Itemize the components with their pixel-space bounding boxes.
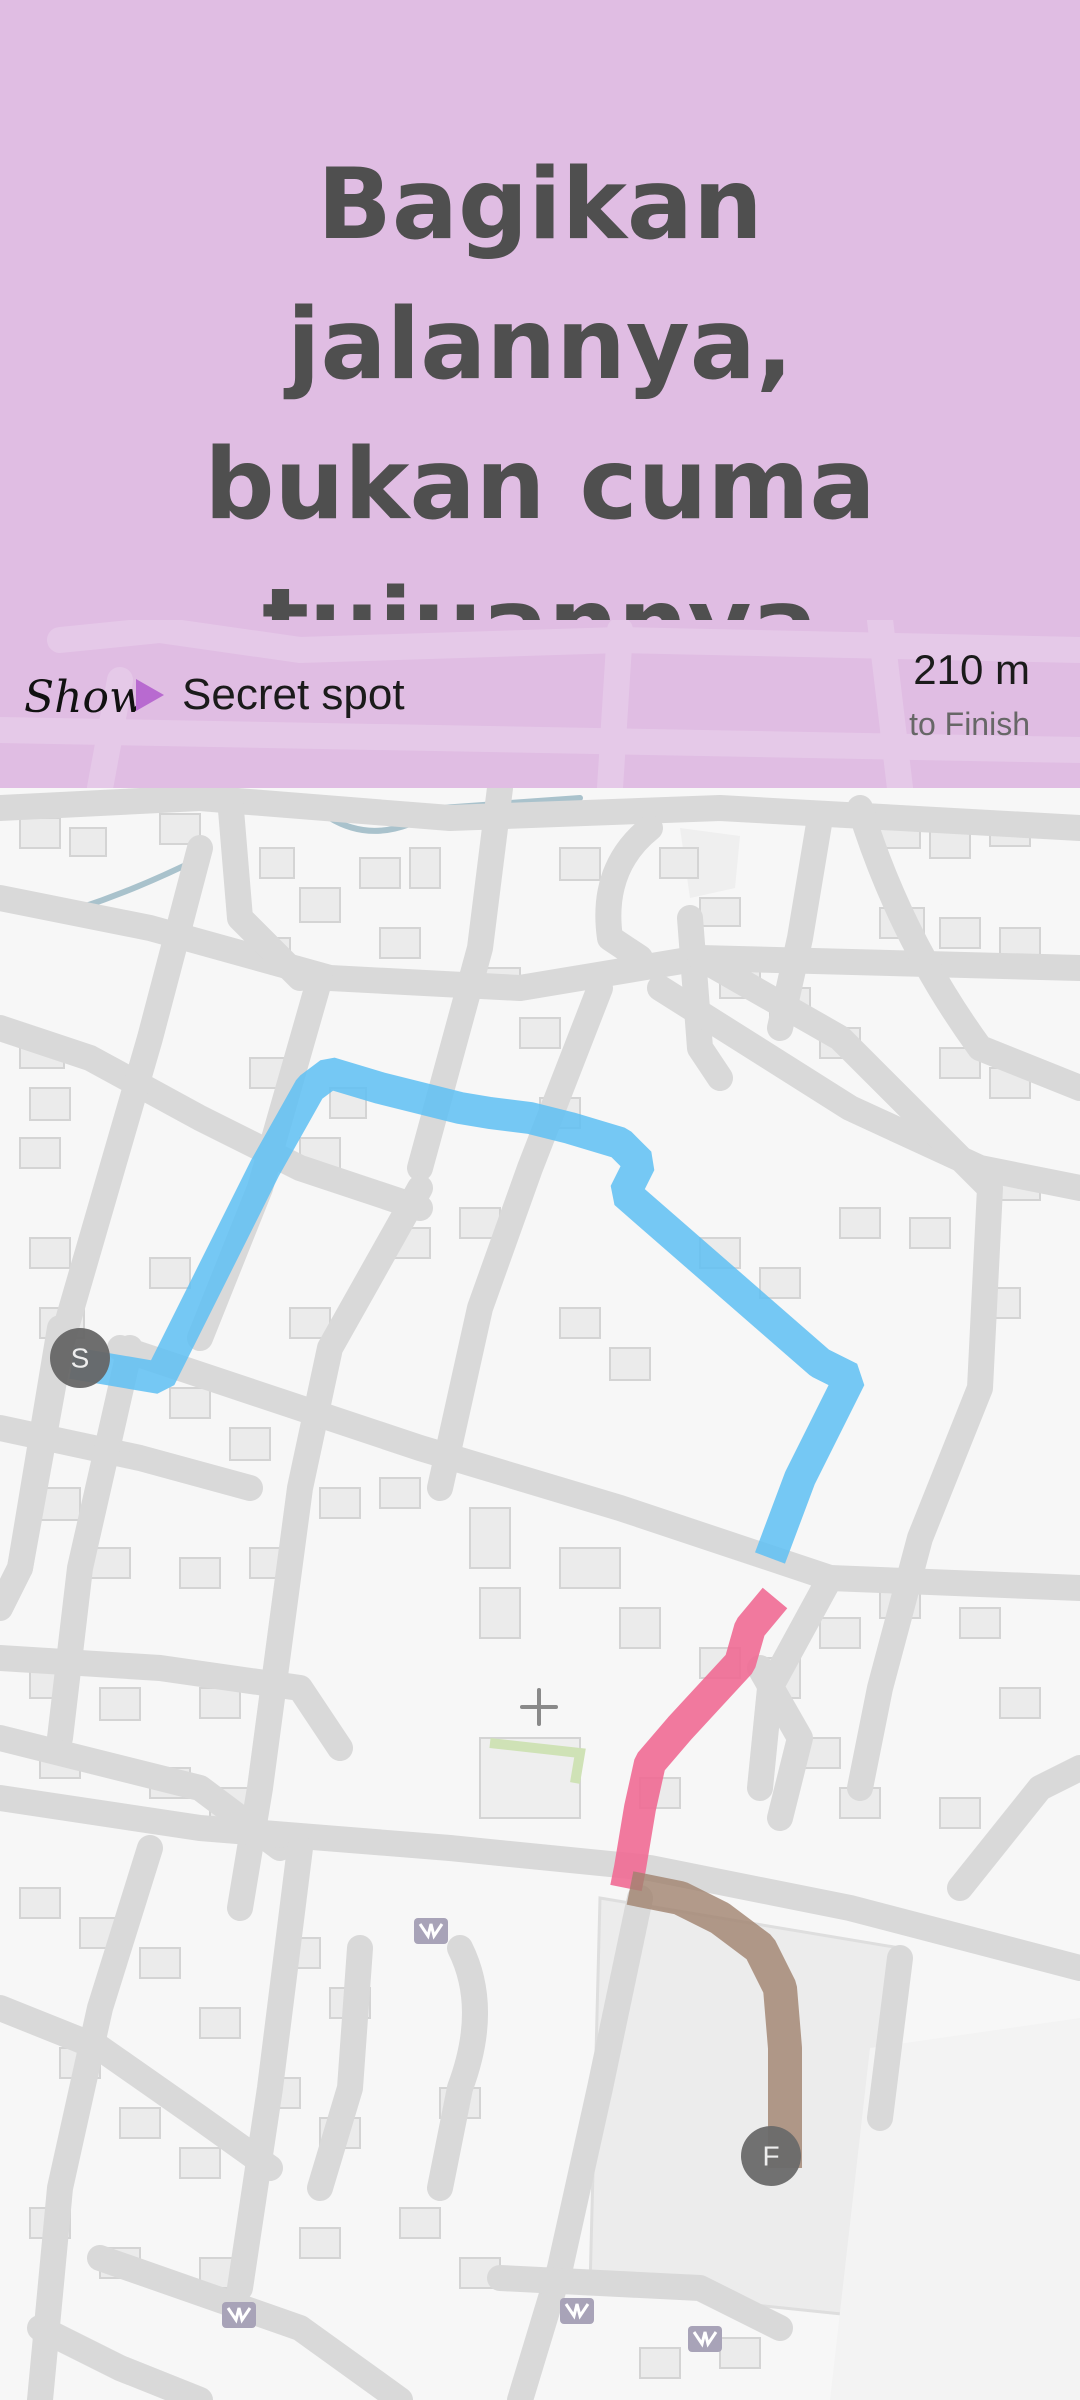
start-marker-label: S (71, 1343, 90, 1374)
bookmark-icon[interactable] (560, 2298, 594, 2324)
finish-marker-label: F (762, 2141, 779, 2172)
headline-line-2: bukan cuma (204, 428, 876, 542)
distance-caption: to Finish (909, 706, 1030, 742)
route-info-bar[interactable]: Show Secret spot 210 m to Finish (0, 620, 1080, 788)
bookmark-icon[interactable] (414, 1918, 448, 1944)
spot-label: Secret spot (182, 670, 405, 719)
map-area-open (830, 2018, 1080, 2400)
show-brand-logo: Show (24, 672, 147, 723)
play-icon (136, 679, 164, 711)
finish-marker[interactable]: F (741, 2126, 801, 2186)
route-map[interactable]: S F (0, 788, 1080, 2400)
headline-line-1: Bagikan jalannya, (286, 148, 794, 402)
bookmark-icon[interactable] (688, 2326, 722, 2352)
bookmark-icon[interactable] (222, 2302, 256, 2328)
start-marker[interactable]: S (50, 1328, 110, 1388)
distance-value: 210 m (913, 646, 1030, 693)
hero-banner: Bagikan jalannya, bukan cuma tujuannya (0, 0, 1080, 682)
headline: Bagikan jalannya, bukan cuma tujuannya (60, 135, 1020, 695)
